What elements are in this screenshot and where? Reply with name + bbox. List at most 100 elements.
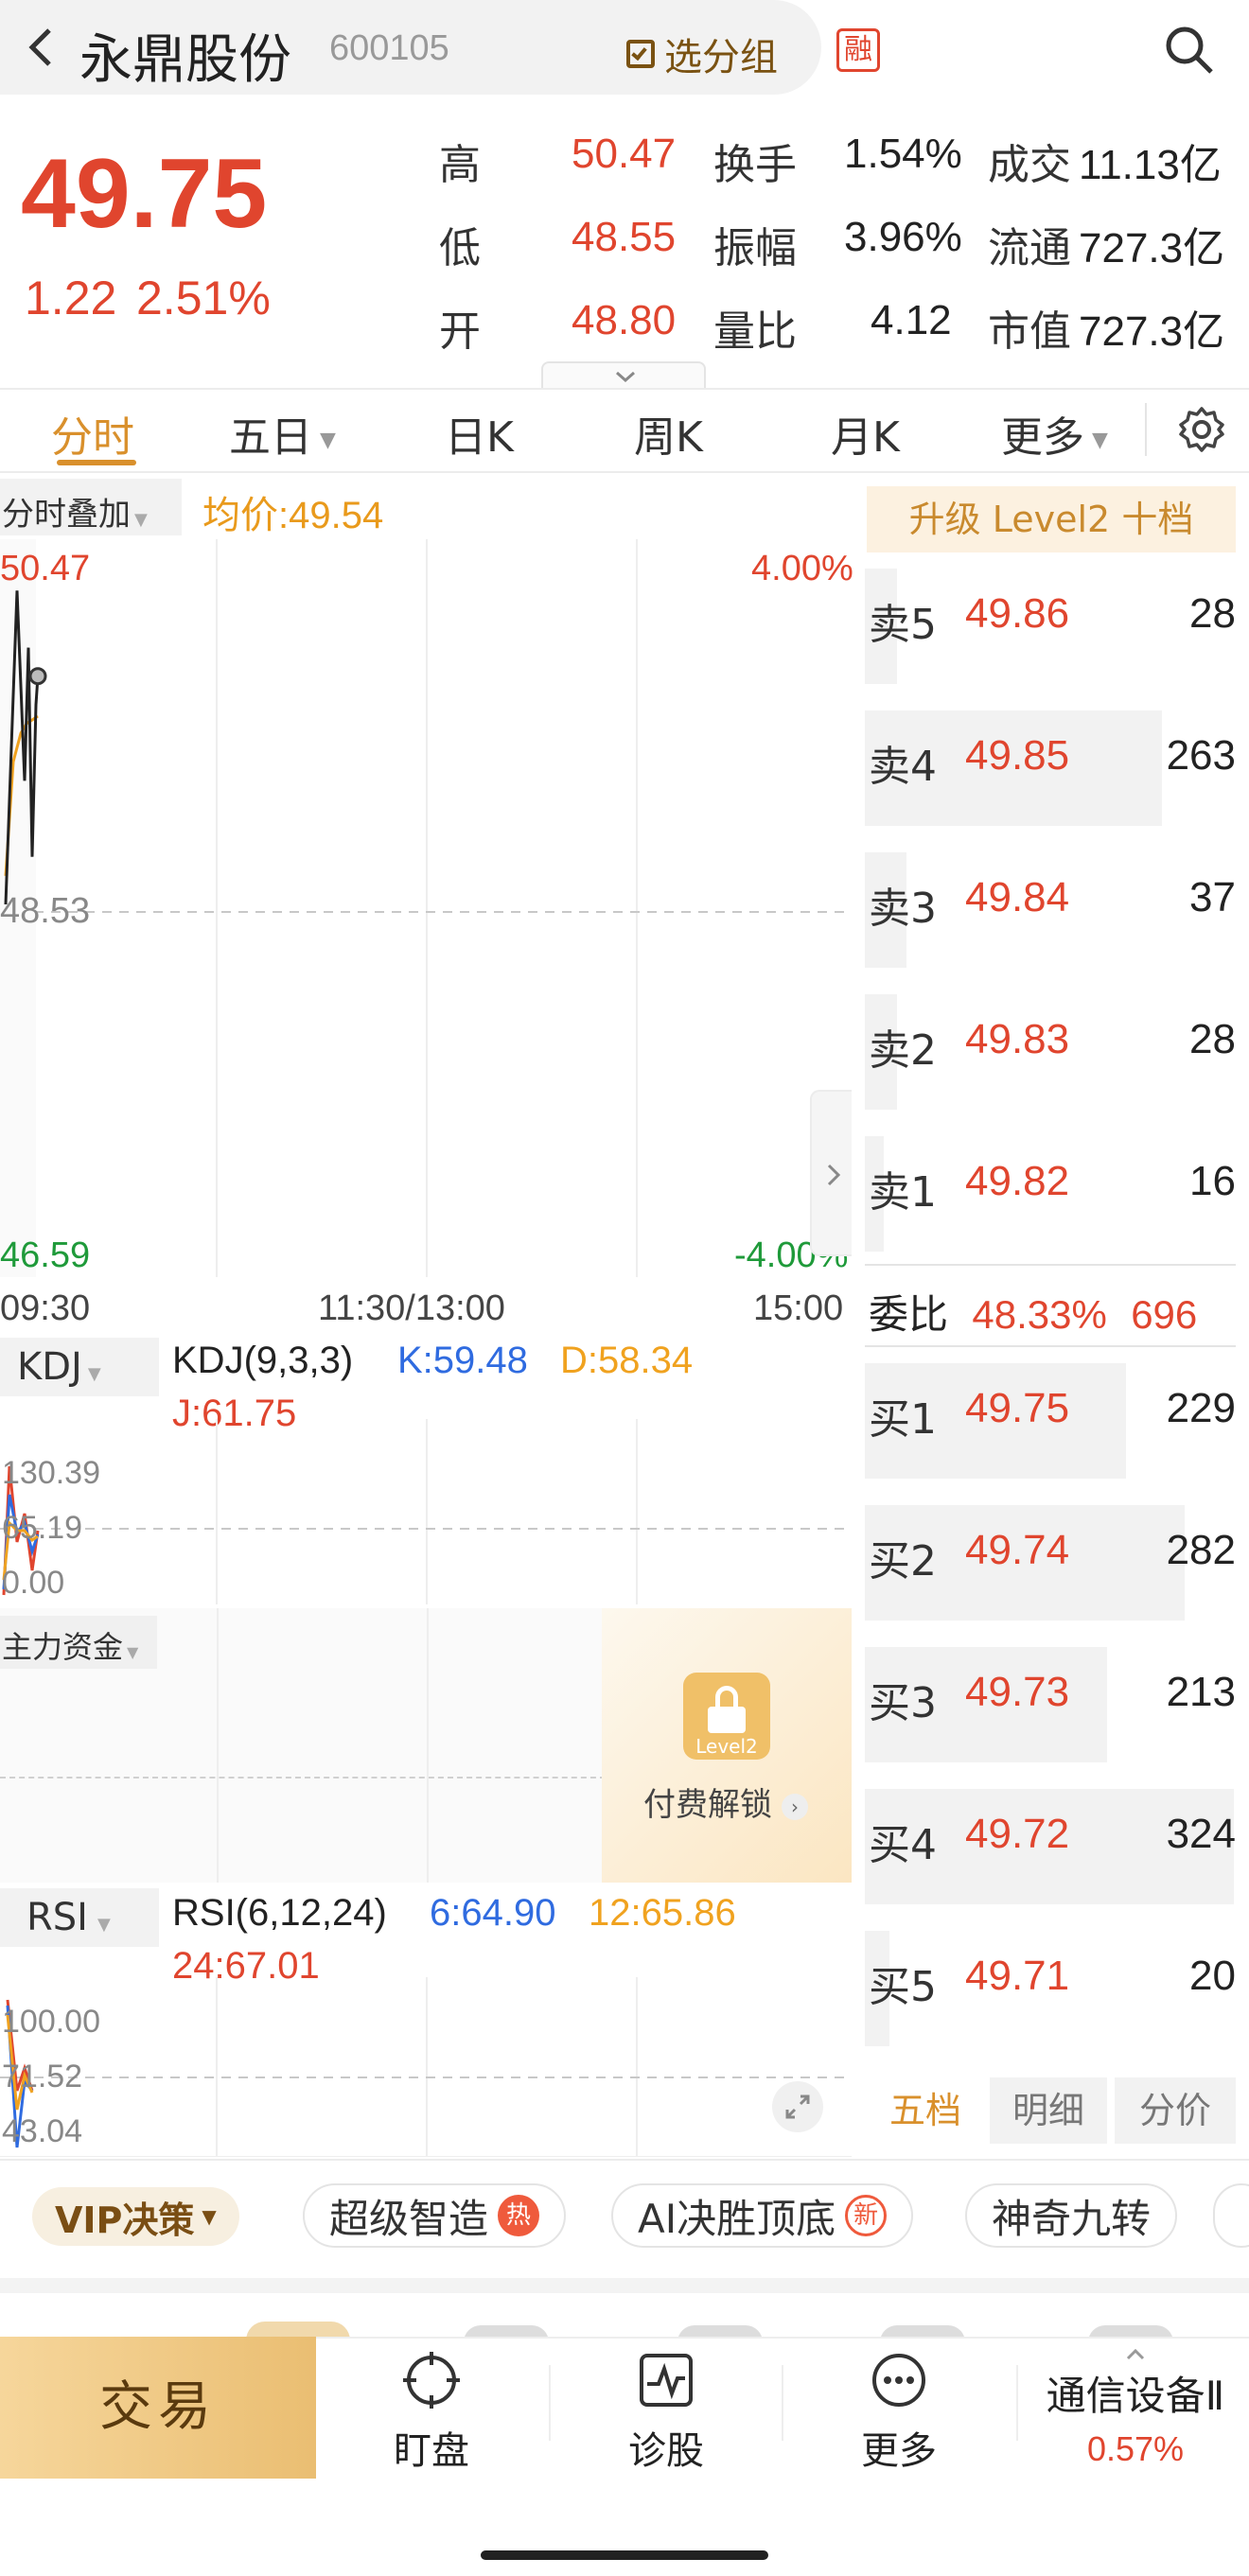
kdj-title: KDJ(9,3,3) (172, 1340, 354, 1381)
kdj-k-value: K:59.48 (397, 1340, 528, 1381)
nav-diagnose[interactable]: 诊股 (590, 2350, 742, 2475)
unlock-text: 付费解锁 (643, 1786, 772, 1824)
quote-value: 4.12 (871, 297, 952, 343)
trade-button[interactable]: 交易 (0, 2337, 316, 2479)
search-button[interactable] (1164, 25, 1215, 76)
target-icon (403, 2352, 460, 2409)
order-label: 买1 (869, 1395, 937, 1444)
expand-chart-handle[interactable] (810, 1090, 852, 1256)
select-group-button[interactable]: 选分组 (626, 26, 778, 81)
back-button[interactable] (21, 23, 59, 72)
order-volume: 37 (1189, 874, 1236, 920)
nav-more[interactable]: 更多 (823, 2350, 975, 2475)
pct-axis-high: 4.00% (751, 549, 853, 588)
overlay-selector[interactable]: 分时叠加 ▼ (0, 479, 182, 535)
kdj-chart (0, 1419, 852, 1604)
order-label: 买2 (869, 1537, 937, 1586)
quote-label: 换手 (713, 141, 797, 189)
caret-down-icon: ▼ (97, 1915, 111, 1935)
kdj-y3: 0.00 (2, 1565, 65, 1601)
tab-more[interactable]: 更多 ▼ (1001, 403, 1108, 464)
intraday-chart[interactable] (0, 539, 852, 1277)
tab-weekly-k[interactable]: 周K (634, 403, 703, 464)
rsi-selector[interactable]: RSI ▼ (0, 1888, 159, 1947)
caret-down-icon: ▼ (134, 510, 148, 530)
tab-label: 更多 (1001, 413, 1084, 462)
order-volume: 20 (1189, 1953, 1236, 1999)
order-volume: 28 (1189, 590, 1236, 637)
chip-label: AI决胜顶底 (638, 2195, 836, 2242)
time-axis-open: 09:30 (0, 1288, 91, 1328)
orderbook-tab-five-levels[interactable]: 五档 (867, 2077, 984, 2144)
checkbox-icon (626, 40, 655, 68)
lock-icon: Level2 (683, 1673, 770, 1760)
rsi-y2: 71.52 (2, 2059, 83, 2094)
order-row-buy-3: 买3 49.73 213 (865, 1633, 1236, 1775)
order-price: 49.82 (965, 1158, 1070, 1204)
time-axis-close: 15:00 (753, 1288, 844, 1328)
chevron-right-icon: › (782, 1793, 808, 1820)
vip-label: VIP决策 (55, 2199, 195, 2241)
orderbook-tab-price-volume[interactable]: 分价 (1115, 2077, 1236, 2144)
y-axis-mid: 48.53 (0, 891, 91, 931)
nav-watch[interactable]: 盯盘 (356, 2350, 507, 2475)
divider (865, 1264, 1236, 1266)
chip-next[interactable] (1213, 2183, 1249, 2248)
caret-down-icon: ▼ (202, 2205, 217, 2228)
chip-ai-top-bottom[interactable]: AI决胜顶底 新 (611, 2183, 914, 2248)
chart-pulse-icon (640, 2354, 693, 2407)
level2-upgrade-button[interactable]: 升级 Level2 十档 (867, 486, 1236, 552)
order-volume: 229 (1166, 1385, 1236, 1431)
chevron-down-icon (616, 371, 635, 383)
quote-value: 48.80 (572, 297, 677, 343)
expand-quote-button[interactable] (541, 361, 706, 390)
order-price: 49.73 (965, 1669, 1070, 1715)
y-axis-high: 50.47 (0, 549, 91, 588)
order-label: 卖4 (869, 743, 937, 791)
fund-selector[interactable]: 主力资金 ▼ (0, 1616, 157, 1669)
hot-badge: 热 (498, 2195, 540, 2236)
sector-link[interactable]: 通信设备Ⅱ 0.57% (1022, 2346, 1249, 2469)
chip-label: 超级智造 (329, 2195, 489, 2242)
order-volume: 28 (1189, 1016, 1236, 1062)
quote-value: 727.3亿 (1079, 225, 1225, 272)
order-price: 49.75 (965, 1385, 1070, 1431)
chart-settings-button[interactable] (1177, 405, 1226, 454)
fullscreen-button[interactable] (772, 2081, 823, 2132)
order-volume: 263 (1166, 732, 1236, 779)
kdj-selector[interactable]: KDJ ▼ (0, 1338, 159, 1396)
kdj-y2: 65.19 (2, 1510, 83, 1546)
tab-monthly-k[interactable]: 月K (831, 403, 900, 464)
rsi-12-value: 12:65.86 (589, 1892, 736, 1934)
ratio-label: 委比 (869, 1291, 949, 1338)
order-price: 49.71 (965, 1953, 1070, 1999)
chip-magic-nine[interactable]: 神奇九转 (965, 2183, 1178, 2248)
fund-vline (217, 1608, 219, 1883)
order-price: 49.84 (965, 874, 1070, 920)
order-label: 卖2 (869, 1026, 937, 1075)
quote-label: 高 (439, 141, 481, 189)
unlock-label: 付费解锁 › (643, 1779, 808, 1825)
nav-separator (1016, 2365, 1018, 2441)
caret-up-icon (1126, 2348, 1145, 2360)
stock-code: 600105 (329, 28, 449, 68)
order-volume: 324 (1166, 1811, 1236, 1857)
tab-daily-k[interactable]: 日K (445, 403, 514, 464)
section-gap (0, 2278, 1249, 2293)
order-row-sell-2: 卖2 49.83 28 (865, 980, 1236, 1122)
tab-intraday[interactable]: 分时 (51, 403, 134, 464)
quote-label: 市值 (988, 307, 1071, 356)
caret-down-icon: ▼ (87, 1364, 101, 1384)
tab-five-day[interactable]: 五日 ▼ (229, 403, 336, 464)
bid-ask-ratio: 委比 48.33% 696 (869, 1283, 1197, 1341)
unlock-panel[interactable]: Level2 付费解锁 › (602, 1608, 852, 1883)
ratio-vol: 696 (1131, 1292, 1198, 1337)
margin-badge: 融 (836, 28, 880, 72)
order-label: 买4 (869, 1821, 937, 1869)
nav-separator (782, 2365, 783, 2441)
order-price: 49.85 (965, 732, 1070, 779)
orderbook-tab-details[interactable]: 明细 (990, 2077, 1107, 2144)
fund-gridline (0, 1777, 606, 1779)
vip-decision-button[interactable]: VIP决策 ▼ (32, 2187, 239, 2246)
chip-super-manufacturing[interactable]: 超级智造 热 (303, 2183, 567, 2248)
